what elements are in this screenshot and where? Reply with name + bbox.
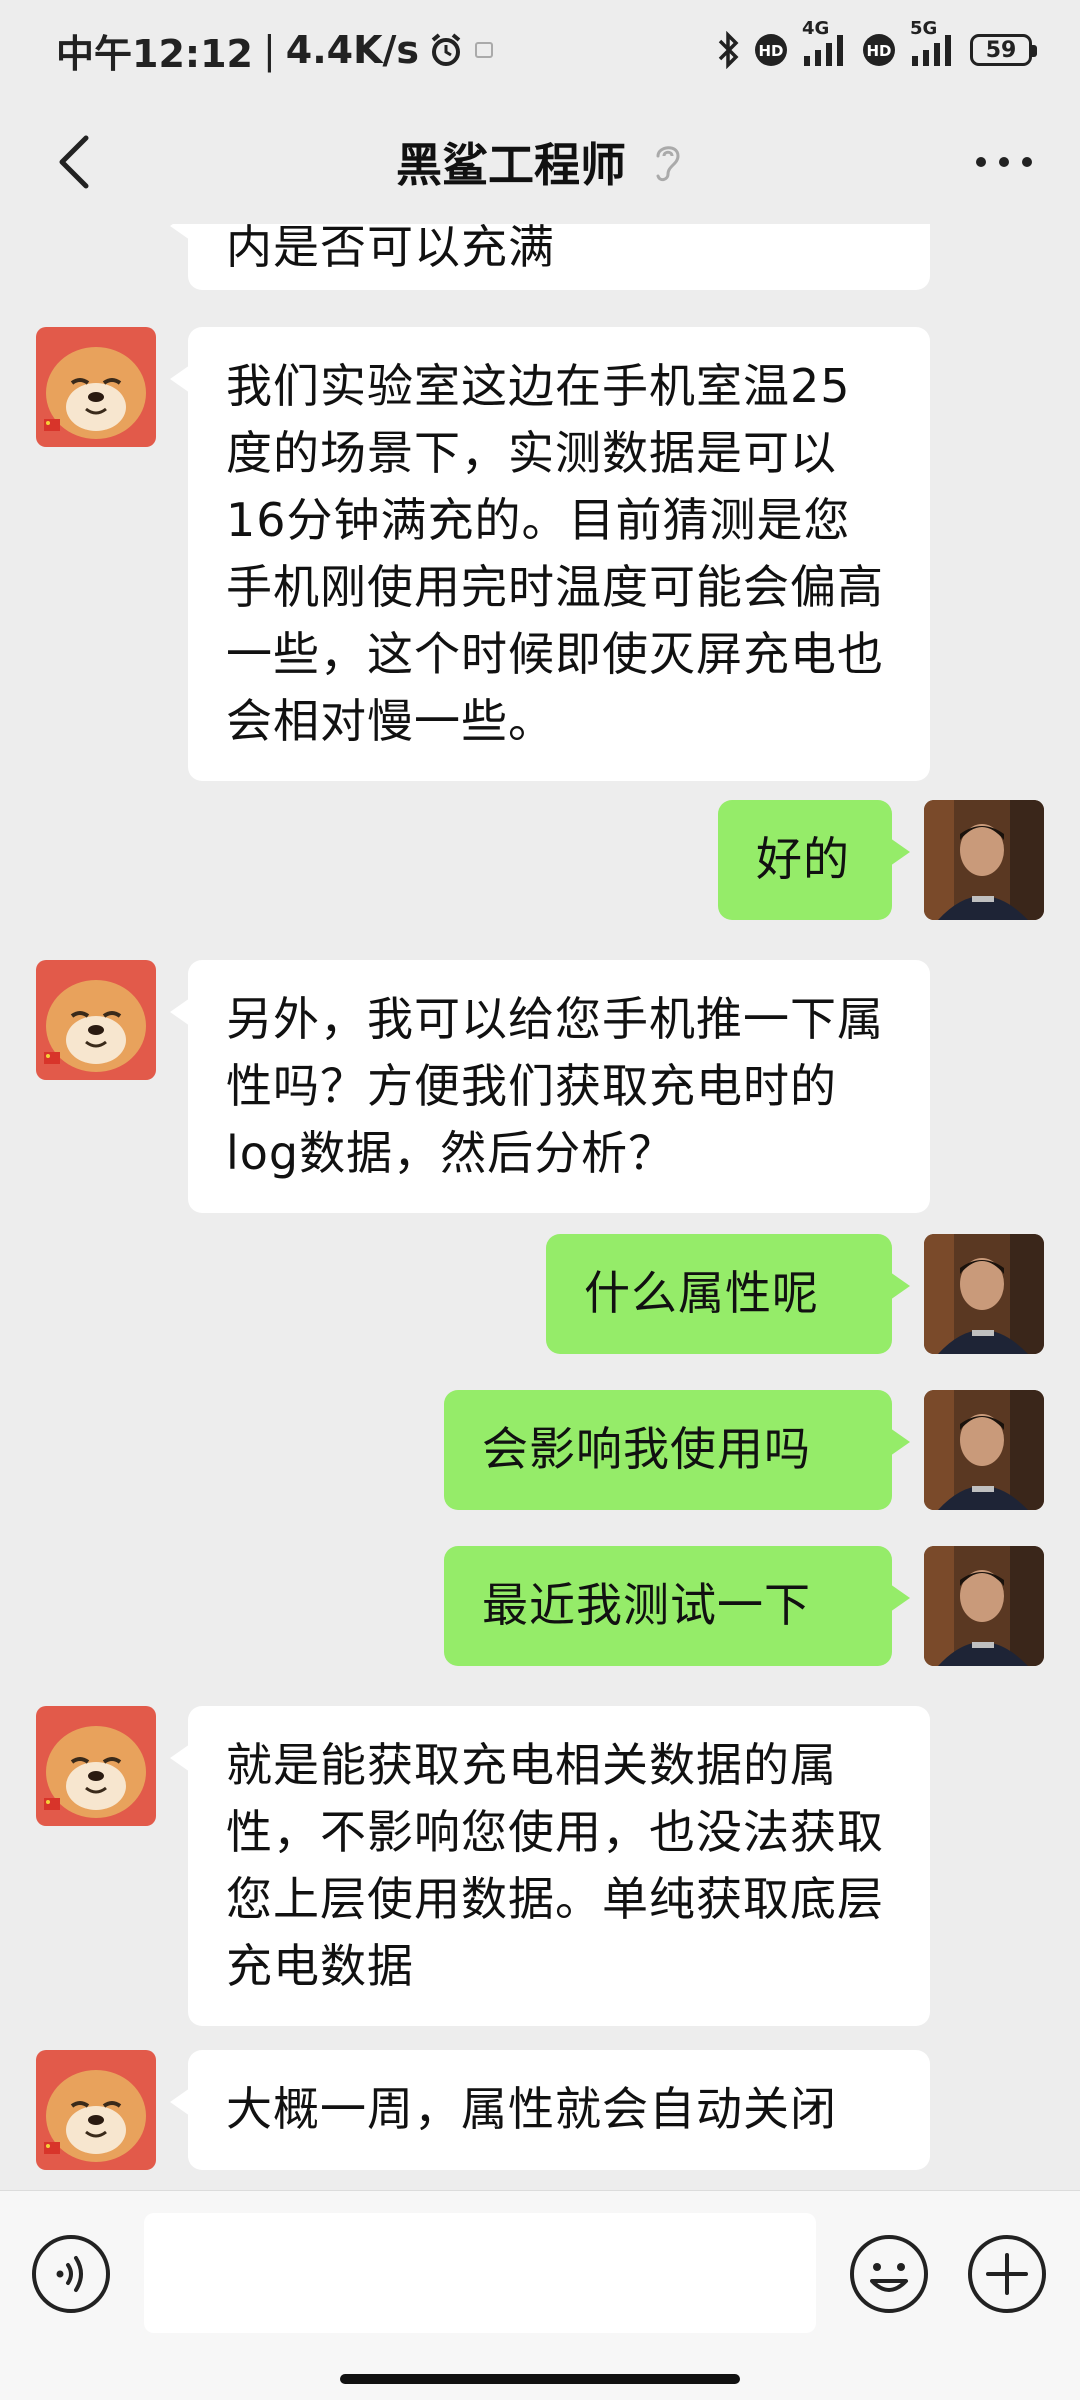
- alarm-icon: [429, 33, 463, 67]
- svg-text:HD: HD: [866, 42, 891, 60]
- voice-button[interactable]: [30, 2233, 112, 2315]
- title-bar: 黑鲨工程师: [0, 100, 1080, 224]
- chat-bubble[interactable]: 会影响我使用吗: [444, 1390, 910, 1510]
- network-5g-label: 5G: [910, 18, 938, 39]
- message-text: 另外，我可以给您手机推一下属性吗？方便我们获取充电时的log数据，然后分析？: [226, 992, 884, 1180]
- user-avatar[interactable]: [924, 1546, 1044, 1666]
- user-avatar[interactable]: [924, 1234, 1044, 1354]
- back-button[interactable]: [38, 126, 110, 198]
- input-bar: [0, 2190, 1080, 2400]
- status-separator: |: [262, 28, 276, 72]
- chat-bubble[interactable]: 内是否可以充满: [170, 224, 930, 290]
- message-text: 我们实验室这边在手机室温25度的场景下，实测数据是可以16分钟满充的。目前猜测是…: [226, 359, 884, 748]
- message-text: 最近我测试一下: [482, 1578, 811, 1632]
- contact-avatar[interactable]: [36, 960, 156, 1080]
- signal-5g-icon: 5G: [910, 18, 956, 68]
- message-text: 会影响我使用吗: [482, 1422, 811, 1476]
- emoji-button[interactable]: [848, 2233, 930, 2315]
- chat-bubble[interactable]: 大概一周，属性就会自动关闭: [170, 2050, 930, 2170]
- message-text: 什么属性呢: [584, 1266, 819, 1320]
- plus-button[interactable]: [966, 2233, 1048, 2315]
- status-time: 中午12:12: [56, 31, 253, 76]
- user-avatar[interactable]: [924, 1390, 1044, 1510]
- message-text: 就是能获取充电相关数据的属性，不影响您使用，也没法获取您上层使用数据。单纯获取底…: [226, 1738, 884, 1993]
- chat-bubble[interactable]: 什么属性呢: [546, 1234, 910, 1354]
- signal-4g-icon: 4G: [802, 18, 848, 68]
- contact-avatar[interactable]: [36, 327, 156, 447]
- status-speed: 4.4K/s: [285, 28, 420, 72]
- chat-area[interactable]: 内是否可以充满 我们实验室这边在手机室温25度的场景下，实测数据是可以16分钟满…: [0, 224, 1080, 2190]
- chat-bubble[interactable]: 最近我测试一下: [444, 1546, 910, 1666]
- chevron-left-icon: [59, 135, 89, 189]
- message-text: 大概一周，属性就会自动关闭: [226, 2082, 837, 2136]
- message-input[interactable]: [144, 2213, 816, 2333]
- contact-avatar[interactable]: [36, 2050, 156, 2170]
- user-avatar[interactable]: [924, 800, 1044, 920]
- chat-bubble[interactable]: 我们实验室这边在手机室温25度的场景下，实测数据是可以16分钟满充的。目前猜测是…: [170, 327, 930, 781]
- contact-avatar[interactable]: [36, 1706, 156, 1826]
- ear-icon: [656, 146, 680, 182]
- chat-bubble[interactable]: 就是能获取充电相关数据的属性，不影响您使用，也没法获取您上层使用数据。单纯获取底…: [170, 1706, 930, 2026]
- message-text: 好的: [756, 832, 850, 886]
- battery-level: 59: [985, 37, 1017, 63]
- hd-icon-2: HD: [862, 33, 896, 67]
- plus-icon: [968, 2235, 1046, 2313]
- chat-bubble[interactable]: 另外，我可以给您手机推一下属性吗？方便我们获取充电时的log数据，然后分析？: [170, 960, 930, 1213]
- more-button[interactable]: [962, 126, 1046, 198]
- bluetooth-icon: [716, 31, 740, 69]
- more-dots-icon: [976, 157, 1032, 167]
- status-right: HD 4G HD 5G 59: [716, 18, 1037, 69]
- voice-icon: [32, 2235, 110, 2313]
- emoji-icon: [850, 2235, 928, 2313]
- svg-text:HD: HD: [758, 42, 783, 60]
- battery-icon: 59: [970, 34, 1037, 66]
- page-title: 黑鲨工程师: [396, 138, 626, 192]
- home-indicator[interactable]: [340, 2374, 740, 2384]
- network-4g-label: 4G: [802, 18, 830, 39]
- hd-icon: HD: [754, 33, 788, 67]
- status-left: 中午12:12 | 4.4K/s: [56, 23, 495, 78]
- status-bar: 中午12:12 | 4.4K/s HD 4G HD 5G 59: [0, 0, 1080, 100]
- message-text: 内是否可以充满: [226, 224, 555, 274]
- title-wrap: 黑鲨工程师: [396, 129, 684, 195]
- notification-icon: [473, 39, 495, 61]
- chat-bubble[interactable]: 好的: [718, 800, 910, 920]
